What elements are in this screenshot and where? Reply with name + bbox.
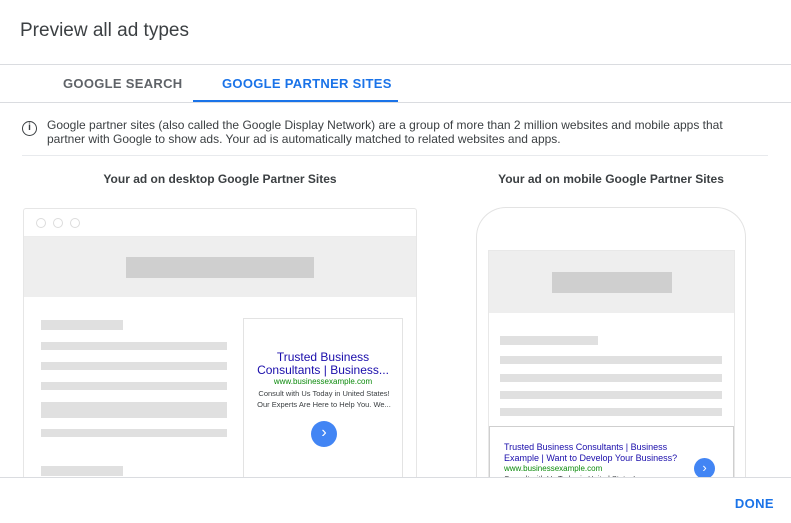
header-divider <box>0 64 791 65</box>
placeholder-bar <box>126 257 314 278</box>
ad-headline: Trusted Business Consultants | Business.… <box>257 350 389 377</box>
placeholder-bar <box>500 336 598 345</box>
mobile-preview-heading: Your ad on mobile Google Partner Sites <box>498 172 724 186</box>
ad-display-url: www.businessexample.com <box>504 464 603 473</box>
tab-google-search[interactable]: GOOGLE SEARCH <box>63 76 182 91</box>
placeholder-bar <box>500 391 722 399</box>
window-dot-icon <box>70 218 80 228</box>
placeholder-bar <box>500 374 722 382</box>
chevron-right-icon[interactable]: › <box>311 421 337 447</box>
placeholder-bar <box>41 342 227 350</box>
ad-display-url: www.businessexample.com <box>273 377 373 386</box>
tab-google-partner-sites[interactable]: GOOGLE PARTNER SITES <box>222 76 392 91</box>
placeholder-site-header <box>489 251 734 313</box>
info-divider <box>22 155 768 156</box>
window-dot-icon <box>36 218 46 228</box>
tabs-divider <box>0 102 791 103</box>
chevron-right-icon[interactable]: › <box>694 458 715 479</box>
placeholder-bar <box>41 429 227 437</box>
placeholder-bar <box>41 320 123 330</box>
desktop-preview-heading: Your ad on desktop Google Partner Sites <box>103 172 337 186</box>
done-button[interactable]: DONE <box>735 496 774 511</box>
dialog-footer: DONE <box>0 477 791 523</box>
placeholder-site-header <box>24 237 416 297</box>
placeholder-bar <box>500 356 722 364</box>
placeholder-bar <box>41 382 227 390</box>
placeholder-bar <box>41 410 227 418</box>
ad-headline: Trusted Business Consultants | Business … <box>504 442 678 463</box>
placeholder-bar <box>500 408 722 416</box>
info-text: Google partner sites (also called the Go… <box>47 118 723 146</box>
placeholder-bar <box>41 362 227 370</box>
placeholder-bar <box>41 402 227 410</box>
browser-toolbar <box>24 209 416 237</box>
window-dot-icon <box>53 218 63 228</box>
dialog-title: Preview all ad types <box>20 20 189 41</box>
placeholder-bar <box>41 466 123 476</box>
ad-description: Consult with Us Today in United States! … <box>257 389 391 409</box>
placeholder-bar <box>552 272 672 293</box>
info-icon: i <box>22 121 37 136</box>
